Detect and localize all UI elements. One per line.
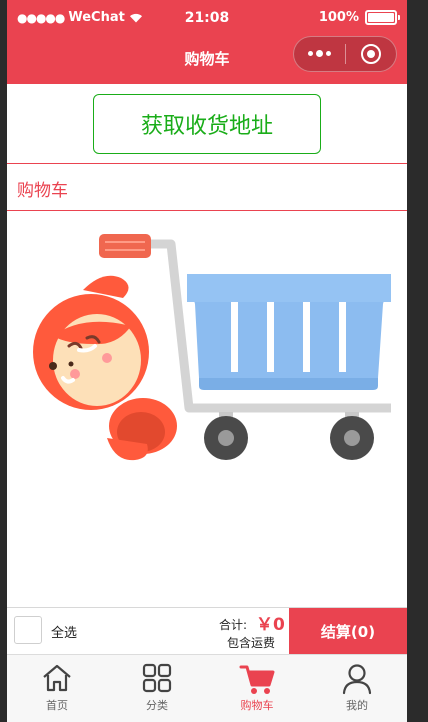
divider <box>7 163 407 164</box>
freight-note: 包含运费 <box>227 636 276 650</box>
more-dots-icon <box>307 50 331 57</box>
grid-icon <box>142 663 172 693</box>
tab-label: 购物车 <box>240 699 274 712</box>
cart-footer-bar: 全选 合计: ￥0 包含运费 结算(0) <box>7 607 407 654</box>
tab-profile[interactable]: 我的 <box>307 655 407 722</box>
more-button[interactable] <box>294 37 345 71</box>
bottom-tab-bar: 首页 分类 购物车 我的 <box>7 654 407 722</box>
home-icon <box>43 664 71 692</box>
close-mini-program-button[interactable] <box>346 37 397 71</box>
target-icon <box>360 44 381 64</box>
mini-program-capsule <box>293 36 397 72</box>
cart-handle <box>99 234 151 258</box>
tab-label: 我的 <box>346 699 368 712</box>
select-all-checkbox[interactable] <box>14 616 42 644</box>
cart-section-title: 购物车 <box>17 181 68 201</box>
checkout-button[interactable]: 结算(0) <box>289 608 407 654</box>
tab-category[interactable]: 分类 <box>107 655 207 722</box>
top-navigation-bar: ●●●●● WeChat 21:08 100% 购物车 <box>7 0 407 84</box>
total-price: ￥0 <box>256 615 285 635</box>
tab-label: 分类 <box>146 699 168 712</box>
tab-label: 首页 <box>46 699 68 712</box>
select-all-label[interactable]: 全选 <box>51 622 77 641</box>
status-battery: 100% <box>318 10 400 25</box>
tab-cart[interactable]: 购物车 <box>207 655 307 722</box>
battery-icon <box>365 10 400 25</box>
battery-percent: 100% <box>318 10 359 25</box>
tab-home[interactable]: 首页 <box>7 655 107 722</box>
get-address-button[interactable]: 获取收货地址 <box>93 94 321 154</box>
phone-screen: ●●●●● WeChat 21:08 100% 购物车 获取收货地址 购物车 全… <box>7 0 407 722</box>
user-icon <box>342 664 372 695</box>
divider <box>7 210 407 211</box>
empty-cart-illustration <box>33 234 391 461</box>
total-label: 合计: <box>219 618 248 632</box>
cart-icon <box>239 665 275 694</box>
